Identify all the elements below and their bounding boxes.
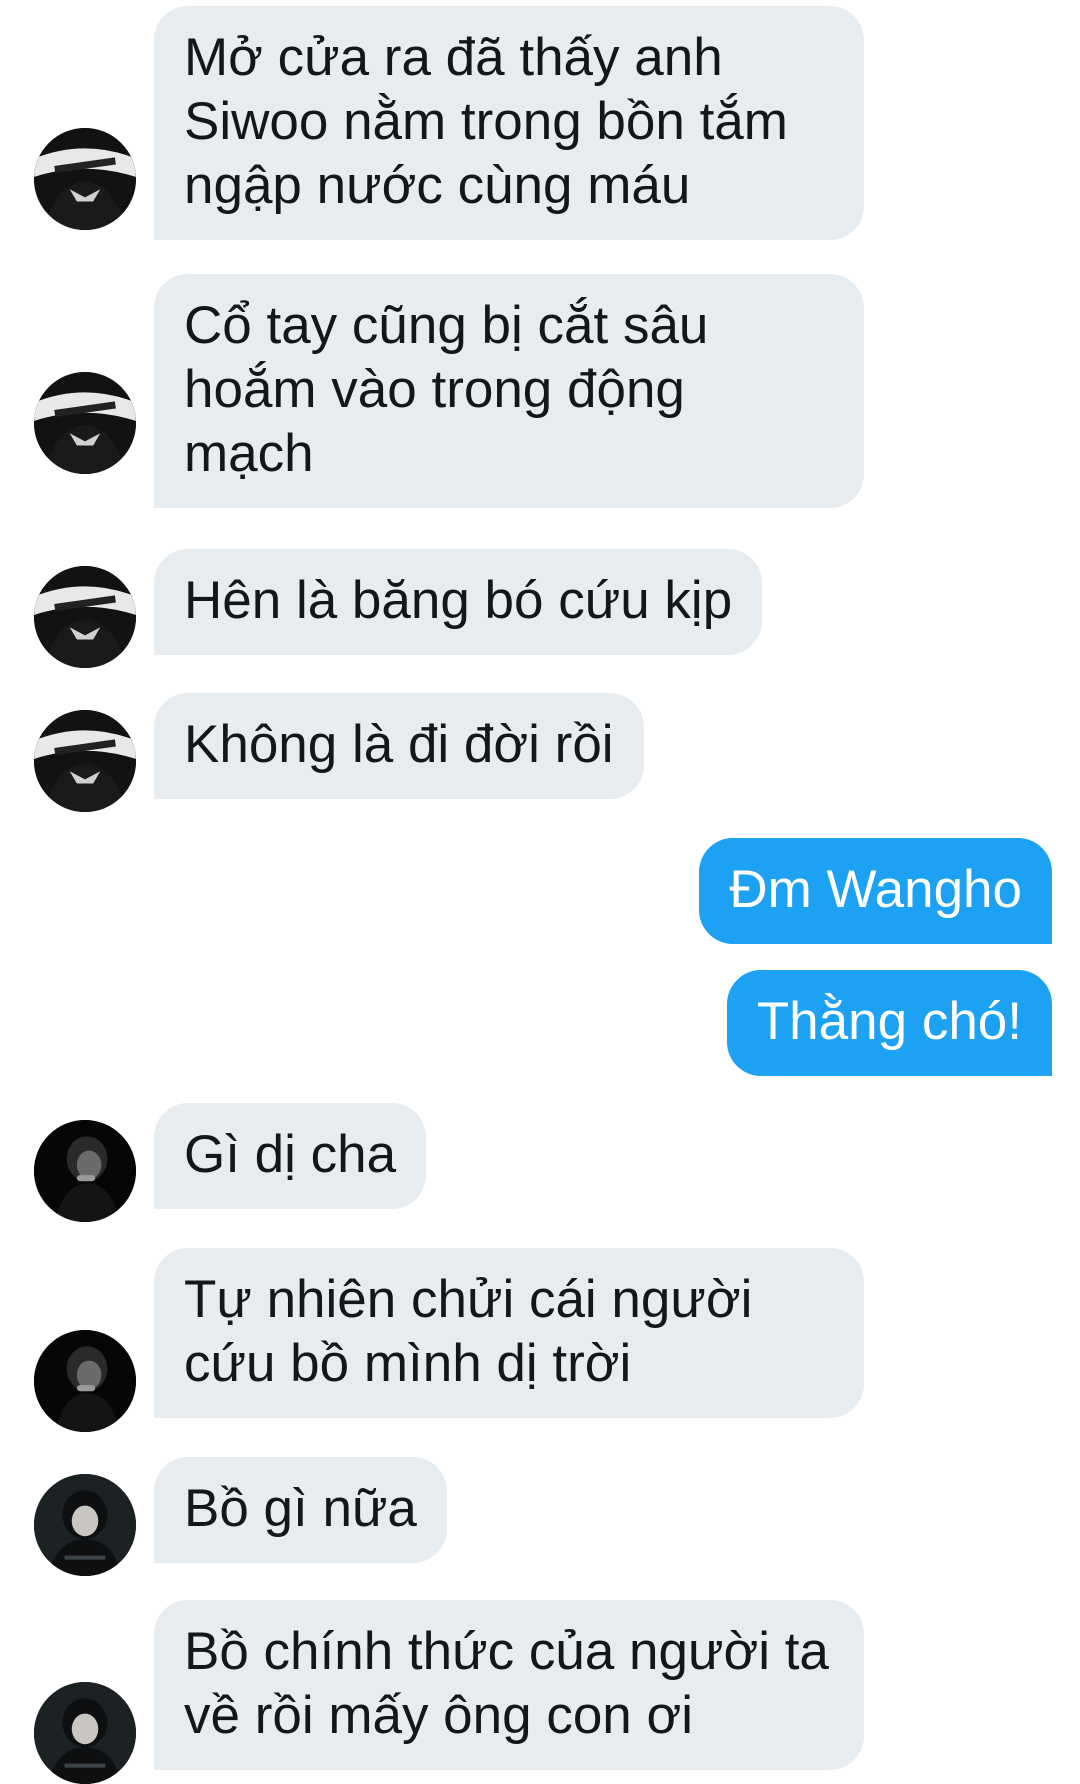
message-bubble-incoming[interactable]: Bồ chính thức của người ta về rồi mấy ôn… <box>154 1600 864 1770</box>
dark-portrait-avatar[interactable] <box>34 1330 136 1432</box>
hooded-portrait-avatar-image <box>34 1474 136 1576</box>
champion-jersey-avatar[interactable] <box>34 128 136 230</box>
message-bubble-incoming[interactable]: Tự nhiên chửi cái người cứu bồ mình dị t… <box>154 1248 864 1418</box>
champion-jersey-avatar[interactable] <box>34 566 136 668</box>
message-bubble-incoming[interactable]: Cổ tay cũng bị cắt sâu hoắm vào trong độ… <box>154 274 864 508</box>
message-bubble-incoming[interactable]: Gì dị cha <box>154 1103 427 1209</box>
hooded-portrait-avatar-image <box>34 1682 136 1784</box>
message-bubble-incoming[interactable]: Bồ gì nữa <box>154 1457 447 1563</box>
champion-jersey-avatar-image <box>34 128 136 230</box>
message-bubble-outgoing[interactable]: Thằng chó! <box>726 970 1052 1076</box>
message-bubble-incoming[interactable]: Không là đi đời rồi <box>154 693 644 799</box>
hooded-portrait-avatar[interactable] <box>34 1682 136 1784</box>
champion-jersey-avatar-image <box>34 566 136 668</box>
champion-jersey-avatar[interactable] <box>34 372 136 474</box>
hooded-portrait-avatar[interactable] <box>34 1474 136 1576</box>
message-bubble-outgoing[interactable]: Đm Wangho <box>699 838 1052 944</box>
message-thread: Mở cửa ra đã thấy anh Siwoo nằm trong bồ… <box>0 0 1080 1784</box>
champion-jersey-avatar-image <box>34 372 136 474</box>
champion-jersey-avatar[interactable] <box>34 710 136 812</box>
dark-portrait-avatar-image <box>34 1330 136 1432</box>
dark-portrait-avatar-image <box>34 1120 136 1222</box>
message-bubble-incoming[interactable]: Mở cửa ra đã thấy anh Siwoo nằm trong bồ… <box>154 6 864 240</box>
champion-jersey-avatar-image <box>34 710 136 812</box>
dark-portrait-avatar[interactable] <box>34 1120 136 1222</box>
message-bubble-incoming[interactable]: Hên là băng bó cứu kịp <box>154 549 763 655</box>
